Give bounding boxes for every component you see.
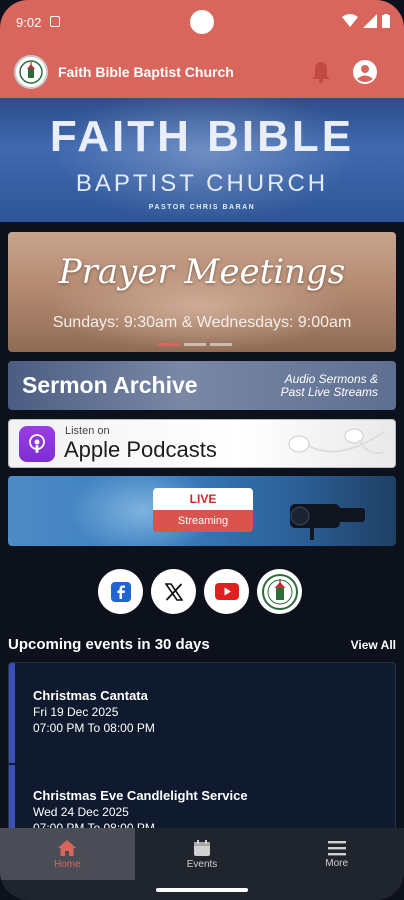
nav-more-label: More <box>325 857 349 869</box>
event-item[interactable]: Christmas Cantata Fri 19 Dec 2025 07:00 … <box>33 687 155 736</box>
prayer-meetings-card[interactable]: Prayer Meetings Sundays: 9:30am & Wednes… <box>8 232 396 352</box>
home-indicator[interactable] <box>156 888 248 892</box>
carousel-dot-active[interactable] <box>158 343 180 346</box>
carousel-dot[interactable] <box>184 343 206 346</box>
calendar-icon <box>194 839 210 856</box>
event-accent-bar <box>9 765 15 831</box>
church-logo-icon <box>19 60 43 84</box>
podcast-listen-on: Listen on <box>65 425 110 437</box>
church-logo-icon <box>261 573 298 610</box>
event-name: Christmas Eve Candlelight Service <box>33 788 248 803</box>
carousel-indicator <box>158 343 232 346</box>
sermon-archive-card[interactable]: Sermon Archive Audio Sermons & Past Live… <box>8 361 396 410</box>
carousel-dot[interactable] <box>210 343 232 346</box>
podcast-name: Apple Podcasts <box>64 437 217 462</box>
app-title: Faith Bible Baptist Church <box>58 64 234 80</box>
status-bar: 9:02 <box>0 0 404 46</box>
apple-podcasts-card[interactable]: Listen on Apple Podcasts <box>8 419 396 468</box>
nav-home-label: Home <box>53 858 81 870</box>
streaming-label: Streaming <box>153 510 253 532</box>
gesture-bar <box>0 880 404 900</box>
status-time: 9:02 <box>16 15 42 30</box>
events-list: Christmas Cantata Fri 19 Dec 2025 07:00 … <box>8 662 396 832</box>
account-icon[interactable] <box>352 59 378 85</box>
social-links <box>98 569 302 614</box>
live-label: LIVE <box>153 488 253 510</box>
battery-icon <box>382 14 390 28</box>
banner-subtitle: BAPTIST CHURCH <box>75 170 329 197</box>
menu-icon <box>327 840 346 855</box>
x-button[interactable] <box>151 569 196 614</box>
church-logo[interactable] <box>14 55 48 89</box>
event-accent-bar <box>9 663 15 763</box>
event-date: Wed 24 Dec 2025 <box>33 805 129 819</box>
church-website-button[interactable] <box>257 569 302 614</box>
prayer-card-subtitle: Sundays: 9:30am & Wednesdays: 9:00am <box>52 314 352 331</box>
event-time: 07:00 PM To 08:00 PM <box>33 721 155 735</box>
sermon-subtitle-line2: Past Live Streams <box>280 385 378 399</box>
signal-icon <box>363 14 377 28</box>
event-date: Fri 19 Dec 2025 <box>33 705 119 719</box>
church-banner: FAITH BIBLE BAPTIST CHURCH PASTOR CHRIS … <box>0 98 404 222</box>
view-all-link[interactable]: View All <box>351 638 396 652</box>
sermon-card-subtitle: Audio Sermons & Past Live Streams <box>281 373 378 399</box>
youtube-button[interactable] <box>204 569 249 614</box>
banner-title: FAITH BIBLE <box>49 112 355 161</box>
live-streaming-card[interactable]: LIVE Streaming <box>8 476 396 546</box>
nav-home[interactable]: Home <box>0 828 135 880</box>
camera-cutout <box>190 10 214 34</box>
prayer-card-title: Prayer Meetings <box>58 252 346 292</box>
app-bar: Faith Bible Baptist Church <box>0 46 404 98</box>
live-badge: LIVE Streaming <box>153 488 253 532</box>
event-name: Christmas Cantata <box>33 688 148 703</box>
sermon-card-title: Sermon Archive <box>22 372 198 398</box>
bottom-navigation: Home Events More <box>0 828 404 880</box>
nav-more[interactable]: More <box>269 828 404 880</box>
x-icon <box>164 582 183 601</box>
video-camera-image <box>290 504 365 540</box>
nav-events-label: Events <box>186 858 218 870</box>
wifi-icon <box>342 14 358 27</box>
bell-icon[interactable] <box>310 60 332 84</box>
facebook-icon <box>110 581 131 602</box>
youtube-icon <box>214 583 239 600</box>
home-icon <box>58 839 77 856</box>
notification-icon <box>50 16 60 27</box>
facebook-button[interactable] <box>98 569 143 614</box>
phone-screen: 9:02 Faith Bible Baptist Church FAITH BI… <box>0 0 404 900</box>
podcasts-icon <box>19 426 55 462</box>
status-icons <box>342 14 390 28</box>
nav-events[interactable]: Events <box>135 828 270 880</box>
event-item[interactable]: Christmas Eve Candlelight Service Wed 24… <box>33 787 248 831</box>
banner-pastor: PASTOR CHRIS BARAN <box>148 204 256 211</box>
earbuds-image <box>288 428 385 455</box>
events-heading: Upcoming events in 30 days <box>8 636 210 653</box>
